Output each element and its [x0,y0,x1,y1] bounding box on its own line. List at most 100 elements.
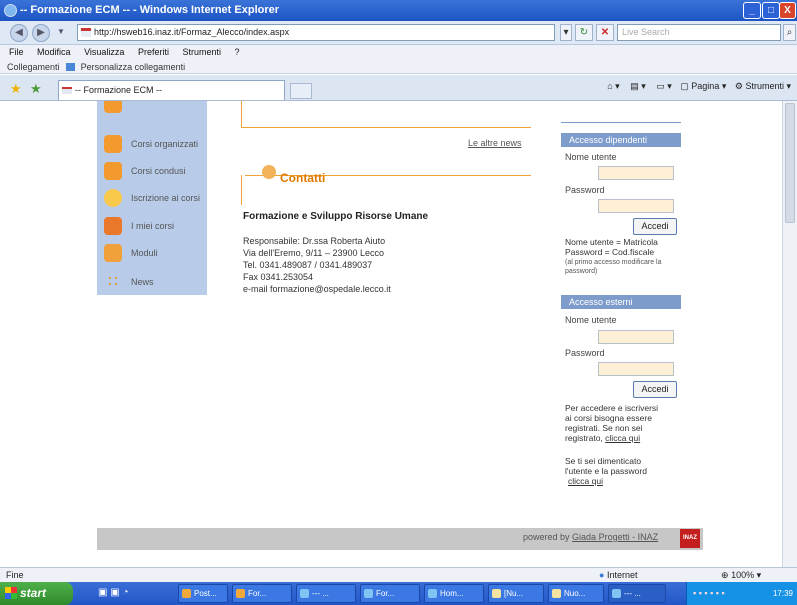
minimize-button[interactable]: _ [743,2,761,19]
accesso-dipendenti-header: Accesso dipendenti [561,133,681,147]
print-icon[interactable]: ▭ ▾ [656,81,672,91]
feeds-icon[interactable]: ▤ ▾ [630,81,646,91]
back-button[interactable]: ◀ [10,24,28,42]
close-button[interactable]: X [779,2,796,19]
org-name: Formazione e Sviluppo Risorse Umane [243,211,429,222]
zoom-control[interactable]: ⊕ 100% ▾ [721,568,761,582]
menu-strumenti[interactable]: Strumenti [182,47,221,57]
smile-icon [104,189,122,207]
powered-by: powered by Giada Progetti - INAZ [523,532,658,542]
taskbar-item[interactable]: --- ... [608,584,666,603]
windows-flag-icon [5,587,17,599]
start-label: start [20,586,47,600]
est-username-label: Nome utente [565,315,617,325]
news-box-edge [241,101,242,127]
page-menu[interactable]: ▢ Pagina ▾ [680,81,726,91]
stop-icon[interactable]: ✕ [596,24,614,41]
scrollbar-thumb[interactable] [785,103,795,223]
menu-visualizza[interactable]: Visualizza [84,47,124,57]
forgot-link[interactable]: clicca qui [568,476,603,486]
news-divider [241,127,531,128]
dip-username-label: Nome utente [565,152,617,162]
links-bar: Collegamenti Personalizza collegamenti [0,60,797,74]
sidebar-item-label: I miei corsi [131,221,175,231]
est-username-input[interactable] [598,330,674,344]
sidebar: Corsi organizzati Corsi condusi Iscrizio… [97,101,207,295]
command-bar: ⌂ ▾ ▤ ▾ ▭ ▾ ▢ Pagina ▾ ⚙ Strumenti ▾ [607,81,791,92]
forgot-text: Se ti sei dimenticato [565,456,642,466]
rss-icon: ∷ [108,273,118,290]
taskbar-item-label: For... [376,589,395,598]
register-text: registrato, [565,433,603,443]
quicklaunch-icons[interactable]: ▣ ▣ ◔ [98,587,129,598]
taskbar-item-label: [Nu... [504,589,524,598]
taskbar-item-label: Hom... [440,589,464,598]
history-dropdown-icon[interactable]: ▼ [57,27,65,36]
taskbar-item[interactable]: [Nu... [488,584,544,603]
forward-button[interactable]: ▶ [32,24,50,42]
app-icon [182,589,191,598]
home-icon[interactable]: ⌂ ▾ [607,81,619,91]
address-bar: ◀ ▶ ▼ http://hsweb16.inaz.it/Formaz_Alec… [0,21,797,45]
browser-tab[interactable]: -- Formazione ECM -- [58,80,285,100]
maximize-button[interactable]: □ [762,2,780,19]
add-favorite-icon[interactable]: ★ [30,81,42,97]
menu-file[interactable]: File [9,47,24,57]
links-item[interactable]: Personalizza collegamenti [81,62,186,72]
people-icon [104,135,122,153]
taskbar-item[interactable]: Post... [178,584,228,603]
clock: 17:39 [772,589,793,598]
taskbar-item-label: --- ... [312,589,329,598]
register-link[interactable]: clicca qui [605,433,640,443]
search-icon[interactable]: ⌕ [783,24,796,41]
sidebar-item-news[interactable]: ∷ News [97,271,207,297]
app-icon [612,589,621,598]
url-input[interactable]: http://hsweb16.inaz.it/Formaz_Alecco/ind… [77,24,555,41]
sidebar-item-iscrizione[interactable]: Iscrizione ai corsi [97,187,207,213]
contact-line: Tel. 0341.489087 / 0341.489037 [243,260,373,270]
dip-accedi-button[interactable]: Accedi [633,218,677,235]
sidebar-item-partial[interactable] [97,101,207,119]
sidebar-item-moduli[interactable]: Moduli [97,242,207,268]
dip-hint: Password = Cod.fiscale [565,247,655,257]
sidebar-item-miei-corsi[interactable]: I miei corsi [97,215,207,241]
contact-line: Fax 0341.253054 [243,272,314,282]
sidebar-item-label: Moduli [131,248,158,258]
dip-password-label: Password [565,185,605,195]
tab-bar: ★ ★ -- Formazione ECM -- ⌂ ▾ ▤ ▾ ▭ ▾ ▢ P… [0,75,797,101]
tray-icons[interactable]: ▪ ▪ ▪ ▪ ▪ ▪ [693,582,725,605]
window-title: -- Formazione ECM -- - Windows Internet … [20,4,280,16]
search-input[interactable]: Live Search [617,24,781,41]
tools-menu[interactable]: ⚙ Strumenti ▾ [735,81,791,91]
links-label: Collegamenti [7,62,60,72]
taskbar-item[interactable]: --- ... [296,584,356,603]
vertical-scrollbar[interactable] [782,101,797,567]
taskbar-item[interactable]: Nuo... [548,584,604,603]
sidebar-item-corsi-condusi[interactable]: Corsi condusi [97,160,207,186]
dip-password-input[interactable] [598,199,674,213]
dip-username-input[interactable] [598,166,674,180]
refresh-icon[interactable]: ↻ [575,24,593,41]
dip-hint-small: (al primo accesso modificare la password… [565,259,662,275]
new-tab-button[interactable] [290,83,312,99]
start-button[interactable]: start [0,582,73,605]
taskbar-item[interactable]: For... [232,584,292,603]
favorites-star-icon[interactable]: ★ [10,81,22,97]
menu-preferiti[interactable]: Preferiti [138,47,169,57]
taskbar-item-label: Nuo... [564,589,586,598]
powered-by-link[interactable]: Giada Progetti - INAZ [572,532,658,542]
est-password-input[interactable] [598,362,674,376]
taskbar-item[interactable]: Hom... [424,584,484,603]
contact-email[interactable]: e-mail formazione@ospedale.lecco.it [243,284,391,294]
globe-icon: ● [599,570,605,580]
url-dropdown-icon[interactable]: ▾ [560,24,572,41]
page-icon [81,28,91,37]
altre-news-link[interactable]: Le altre news [468,138,522,148]
menu-modifica[interactable]: Modifica [37,47,71,57]
contatti-box-edge [241,175,242,205]
contact-line: Via dell'Eremo, 9/11 – 23900 Lecco [243,248,384,258]
taskbar-item[interactable]: For... [360,584,420,603]
sidebar-item-corsi-organizzati[interactable]: Corsi organizzati [97,133,207,159]
menu-help[interactable]: ? [235,47,240,57]
est-accedi-button[interactable]: Accedi [633,381,677,398]
